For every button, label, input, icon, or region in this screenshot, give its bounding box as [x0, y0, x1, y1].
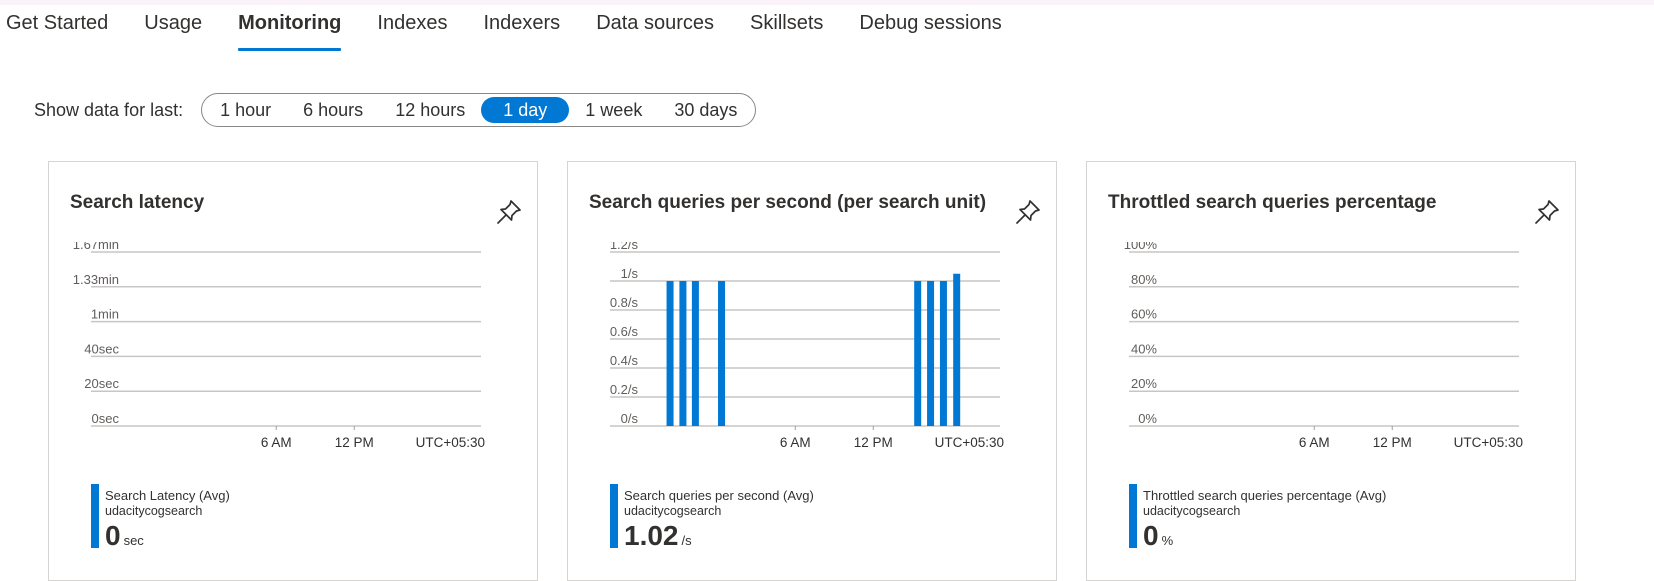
time-option-1-week[interactable]: 1 week [569, 97, 658, 123]
card-title: Throttled search queries percentage [1108, 192, 1437, 213]
x-tick-label: 6 AM [261, 435, 292, 450]
pin-icon[interactable] [1532, 197, 1562, 227]
y-tick-label: 0.4/s [610, 353, 639, 368]
legend-color-bar [91, 484, 99, 548]
y-tick-label: 20sec [84, 376, 119, 391]
throttled-queries-card: Throttled search queries percentage 0% 20… [1086, 161, 1576, 581]
tab-get-started[interactable]: Get Started [6, 8, 108, 48]
legend-value-unit: % [1161, 533, 1174, 548]
card-title: Search queries per second (per search un… [589, 192, 987, 213]
y-tick-label: 1.67min [73, 242, 119, 252]
legend-value-unit: sec [123, 533, 144, 548]
y-tick-label: 40% [1131, 341, 1157, 356]
bar [691, 281, 699, 426]
time-option-1-hour[interactable]: 1 hour [204, 97, 287, 123]
pin-icon[interactable] [494, 197, 524, 227]
legend-resource-name: udacitycogsearch [1143, 504, 1241, 518]
legend-color-bar [1129, 484, 1137, 548]
tab-data-sources[interactable]: Data sources [596, 8, 714, 48]
bar [666, 281, 674, 426]
y-tick-label: 40sec [84, 341, 119, 356]
y-tick-label: 100% [1124, 242, 1158, 252]
y-tick-label: 0% [1138, 411, 1157, 426]
chart-area: 0% 20% 40% 60% 80% 100% 6 AM 12 PM UTC+05:30 [1124, 242, 1523, 450]
bar [953, 273, 961, 426]
time-option-30-days[interactable]: 30 days [658, 97, 753, 123]
legend-value: 0 sec [105, 520, 230, 557]
y-tick-label: 0.8/s [610, 295, 639, 310]
time-option-12-hours[interactable]: 12 hours [379, 97, 481, 123]
y-tick-label: 1.2/s [610, 242, 639, 252]
tab-skillsets[interactable]: Skillsets [750, 8, 823, 48]
x-tick-label: 12 PM [335, 435, 374, 450]
time-range-selector: Show data for last: 1 hour 6 hours 12 ho… [34, 93, 757, 127]
tab-usage[interactable]: Usage [144, 8, 202, 48]
x-tick-label: 12 PM [1373, 435, 1412, 450]
tab-monitoring[interactable]: Monitoring [238, 8, 342, 51]
y-tick-label: 0/s [621, 411, 639, 426]
tab-debug-sessions[interactable]: Debug sessions [859, 8, 1001, 48]
card-title: Search latency [70, 192, 205, 213]
timezone-label: UTC+05:30 [935, 435, 1004, 450]
time-option-1-day[interactable]: 1 day [481, 97, 570, 123]
legend-value-number: 0 [1143, 520, 1159, 551]
legend-metric-name: Search Latency (Avg) [105, 488, 230, 503]
legend-resource-name: udacitycogsearch [105, 504, 203, 518]
y-tick-label: 1/s [621, 266, 639, 281]
y-tick-label: 1min [91, 307, 119, 322]
bar [914, 281, 922, 426]
time-range-pills: 1 hour 6 hours 12 hours 1 day 1 week 30 … [201, 93, 757, 127]
bar [927, 281, 935, 426]
y-tick-label: 0.6/s [610, 324, 639, 339]
search-latency-card: Search latency 0sec 20sec 40sec 1min 1.33min… [48, 161, 538, 581]
legend-value-unit: /s [681, 533, 692, 548]
legend-value: 0% [1143, 520, 1386, 557]
timezone-label: UTC+05:30 [416, 435, 485, 450]
time-option-6-hours[interactable]: 6 hours [287, 97, 379, 123]
legend-value: 1.02/s [624, 520, 814, 557]
y-tick-label: 0sec [92, 411, 120, 426]
chart-area: 0sec 20sec 40sec 1min 1.33min 1.67min 6 AM 12 P… [73, 242, 485, 450]
bar [939, 281, 947, 426]
y-tick-label: 60% [1131, 307, 1157, 322]
pin-icon[interactable] [1013, 197, 1043, 227]
x-tick-label: 12 PM [854, 435, 893, 450]
legend-metric-name: Throttled search queries percentage (Avg… [1143, 488, 1387, 503]
y-tick-label: 20% [1131, 376, 1157, 391]
legend-value-number: 0 [105, 520, 121, 551]
search-queries-per-second-card: Search queries per second (per search un… [567, 161, 1057, 581]
legend-metric-name: Search queries per second (Avg) [624, 488, 814, 503]
tab-indexers[interactable]: Indexers [483, 8, 560, 48]
legend-resource-name: udacitycogsearch [624, 504, 722, 518]
legend-color-bar [610, 484, 618, 548]
y-tick-label: 0.2/s [610, 382, 639, 397]
legend-value-number: 1.02 [624, 520, 679, 551]
tab-indexes[interactable]: Indexes [377, 8, 447, 48]
tab-bar: Get Started Usage Monitoring Indexes Ind… [0, 8, 1038, 51]
top-strip [0, 0, 1654, 5]
bar [718, 281, 726, 426]
y-tick-label: 80% [1131, 272, 1157, 287]
timezone-label: UTC+05:30 [1454, 435, 1523, 450]
bar [679, 281, 687, 426]
x-tick-label: 6 AM [1299, 435, 1330, 450]
y-tick-label: 1.33min [73, 272, 119, 287]
time-range-label: Show data for last: [34, 99, 184, 120]
x-tick-label: 6 AM [780, 435, 811, 450]
chart-area: 0/s 0.2/s 0.4/s 0.6/s 0.8/s 1/s 1.2/s 6 AM 12 PM… [610, 242, 1004, 450]
